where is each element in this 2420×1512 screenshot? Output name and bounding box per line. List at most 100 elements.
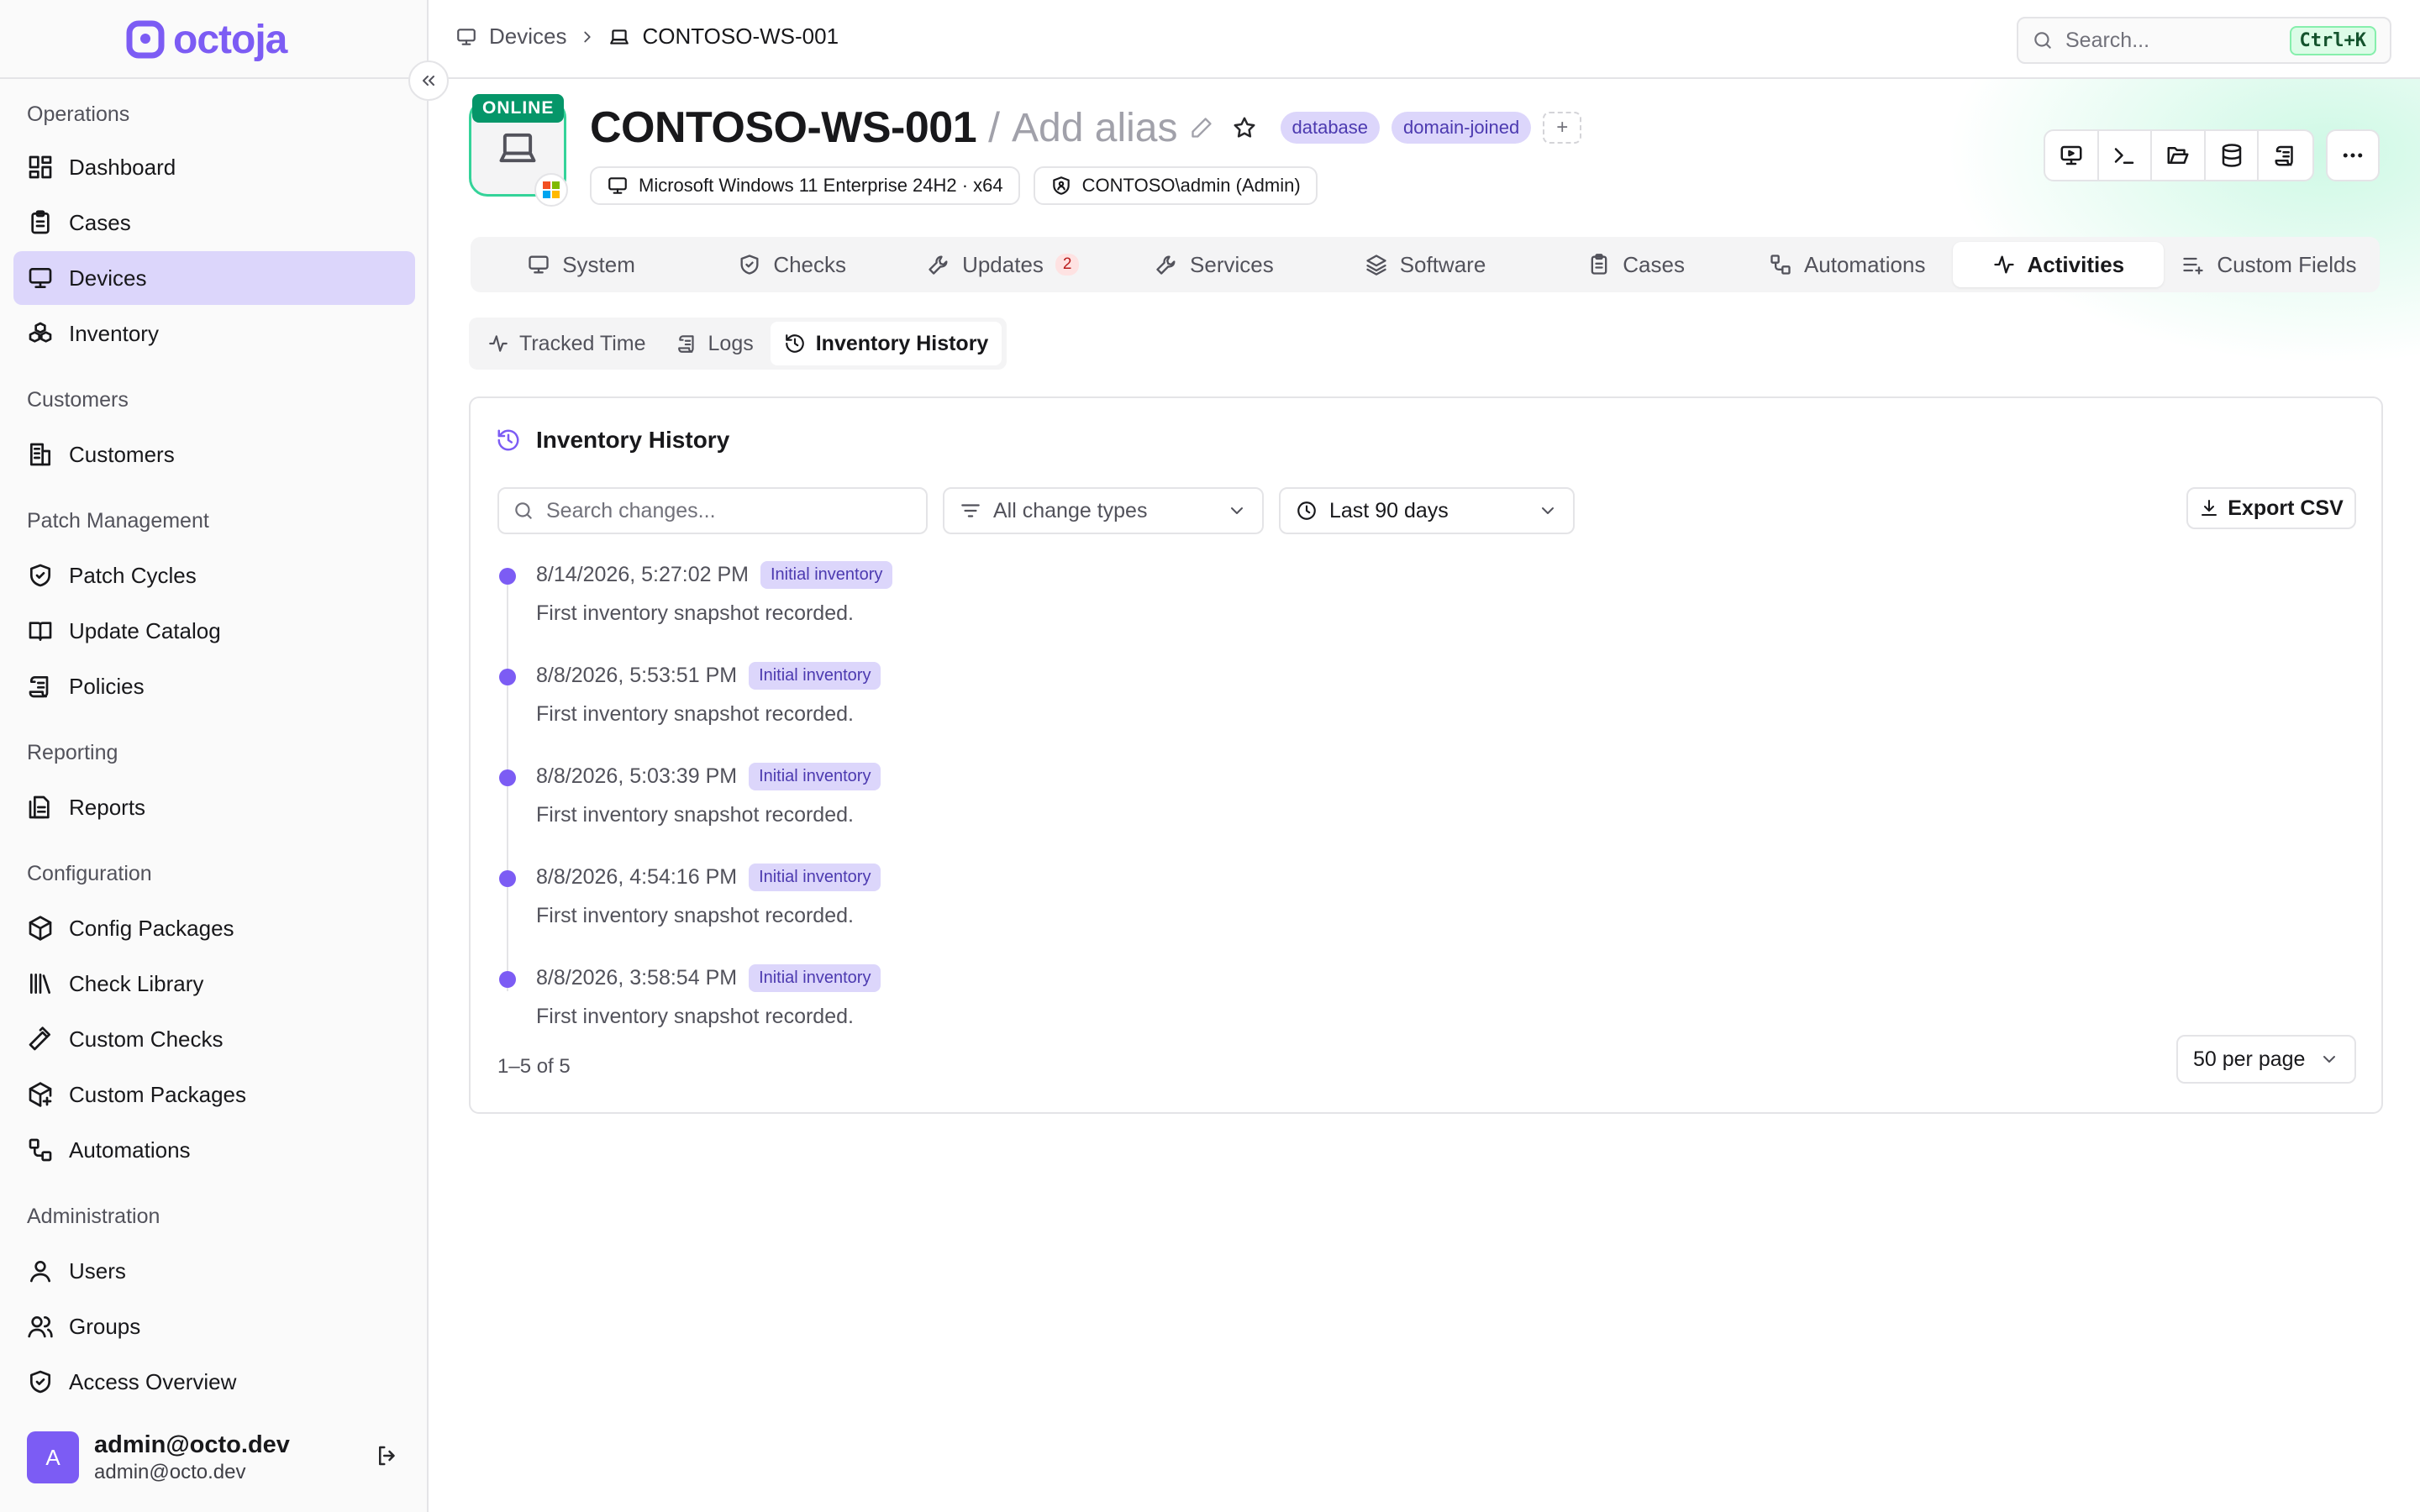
sidebar-item-cases[interactable]: Cases: [13, 196, 415, 249]
registry-button[interactable]: [2206, 131, 2260, 180]
entry-type-badge: Initial inventory: [749, 763, 881, 790]
subtab-label: Tracked Time: [519, 331, 646, 355]
sidebar-item-label: Patch Cycles: [69, 562, 197, 588]
updates-count-badge: 2: [1055, 254, 1080, 276]
tab-cases[interactable]: Cases: [1531, 242, 1742, 287]
alias-placeholder[interactable]: Add alias: [1012, 105, 1177, 151]
tab-label: Services: [1190, 251, 1274, 277]
logged-user-label: CONTOSO\admin (Admin): [1081, 175, 1301, 196]
monitor-icon: [457, 28, 476, 45]
terminal-button[interactable]: [2099, 131, 2153, 180]
search-changes-placeholder: Search changes...: [546, 498, 716, 522]
date-range-select[interactable]: Last 90 days: [1279, 487, 1575, 534]
sidebar-item-label: Inventory: [69, 320, 159, 346]
sidebar-item-label: Custom Checks: [69, 1026, 224, 1052]
per-page-select[interactable]: 50 per page: [2176, 1035, 2356, 1084]
activity-icon: [489, 335, 508, 352]
nav-section-administration: Administration: [27, 1205, 160, 1228]
clock-icon: [1297, 501, 1316, 520]
logout-icon[interactable]: [375, 1443, 400, 1468]
sidebar-item-users[interactable]: Users: [13, 1244, 415, 1298]
dashboard-icon: [29, 155, 52, 179]
decorative-glow: [1916, 79, 2420, 381]
export-csv-button[interactable]: Export CSV: [2186, 487, 2356, 529]
user-icon: [30, 1261, 50, 1283]
sidebar-item-update-catalog[interactable]: Update Catalog: [13, 604, 415, 658]
shield-user-icon: [1052, 176, 1070, 195]
nav-section-operations: Operations: [27, 102, 130, 126]
scroll-icon: [677, 335, 694, 353]
subtab-inventory-history[interactable]: Inventory History: [770, 322, 1002, 365]
global-search[interactable]: Search... Ctrl+K: [2017, 17, 2391, 64]
more-actions-button[interactable]: [2326, 129, 2380, 181]
sidebar-item-customers[interactable]: Customers: [13, 428, 415, 481]
sidebar-item-inventory[interactable]: Inventory: [13, 307, 415, 360]
tab-checks[interactable]: Checks: [687, 242, 897, 287]
main-content: ONLINE CONTOSO-WS-001 / Add alias databa…: [430, 79, 2420, 1512]
subtab-logs[interactable]: Logs: [663, 322, 767, 365]
screen-share-icon: [2060, 145, 2082, 165]
scroll-icon: [29, 676, 49, 698]
tab-label: Cases: [1623, 251, 1685, 277]
sidebar-item-dashboard[interactable]: Dashboard: [13, 140, 415, 194]
collapse-sidebar-button[interactable]: [408, 60, 449, 101]
sidebar-item-label: Policies: [69, 673, 145, 699]
tab-services[interactable]: Services: [1108, 242, 1319, 287]
breadcrumb-devices-link[interactable]: Devices: [489, 24, 566, 50]
tab-software[interactable]: Software: [1319, 242, 1530, 287]
add-tag-button[interactable]: +: [1543, 112, 1582, 144]
subtab-tracked-time[interactable]: Tracked Time: [474, 322, 660, 365]
sidebar-item-custom-checks[interactable]: Custom Checks: [13, 1012, 415, 1066]
tab-automations[interactable]: Automations: [1742, 242, 1953, 287]
sidebar-item-automations[interactable]: Automations: [13, 1123, 415, 1177]
tab-system[interactable]: System: [476, 242, 687, 287]
entry-description: First inventory snapshot recorded.: [536, 803, 854, 827]
sidebar-item-label: Update Catalog: [69, 617, 221, 643]
sidebar-item-label: Custom Packages: [69, 1081, 246, 1107]
tab-label: Automations: [1803, 251, 1926, 277]
octoja-logo-icon: [126, 20, 165, 59]
sidebar-item-patch-cycles[interactable]: Patch Cycles: [13, 549, 415, 602]
device-title-row: CONTOSO-WS-001 / Add alias database doma…: [590, 101, 1582, 155]
windows-icon: [543, 181, 560, 198]
timeline-dot: [499, 870, 516, 887]
tag-database[interactable]: database: [1280, 112, 1381, 144]
pencil-icon[interactable]: [1190, 116, 1213, 139]
tab-activities[interactable]: Activities: [1952, 242, 2164, 287]
chevron-right-icon: [584, 31, 592, 42]
terminal-icon: [2115, 148, 2134, 164]
search-placeholder: Search...: [2065, 28, 2150, 52]
file-browser-button[interactable]: [2152, 131, 2206, 180]
tab-updates[interactable]: Updates 2: [897, 242, 1108, 287]
script-button[interactable]: [2259, 131, 2312, 180]
tag-domain-joined[interactable]: domain-joined: [1392, 112, 1532, 144]
book-icon: [29, 622, 52, 641]
sidebar-item-devices[interactable]: Devices: [13, 251, 415, 305]
star-icon[interactable]: [1232, 115, 1257, 140]
sidebar-item-label: Customers: [69, 441, 175, 467]
search-changes-input[interactable]: Search changes...: [497, 487, 928, 534]
tab-custom-fields[interactable]: Custom Fields: [2164, 242, 2375, 287]
sidebar-item-reports[interactable]: Reports: [13, 780, 415, 834]
workflow-icon: [29, 1138, 52, 1162]
sidebar-item-check-library[interactable]: Check Library: [13, 957, 415, 1011]
sidebar-item-label: Devices: [69, 265, 147, 291]
sidebar-item-config-packages[interactable]: Config Packages: [13, 901, 415, 955]
clipboard-icon: [31, 210, 50, 234]
users-icon: [28, 1316, 53, 1338]
breadcrumb: Devices CONTOSO-WS-001: [455, 24, 839, 50]
remote-desktop-button[interactable]: [2045, 131, 2099, 180]
sidebar-item-groups[interactable]: Groups: [13, 1299, 415, 1353]
sidebar-item-custom-packages[interactable]: Custom Packages: [13, 1068, 415, 1121]
user-profile[interactable]: A admin@octo.dev admin@octo.dev: [27, 1430, 413, 1485]
sidebar-item-access-overview[interactable]: Access Overview: [13, 1355, 415, 1409]
sidebar-item-policies[interactable]: Policies: [13, 659, 415, 713]
inventory-history-card: Inventory History Search changes... All …: [469, 396, 2383, 1114]
change-type-select[interactable]: All change types: [943, 487, 1264, 534]
app-logo[interactable]: octoja: [126, 18, 287, 62]
card-title-text: Inventory History: [536, 427, 730, 453]
tab-label: Software: [1399, 251, 1486, 277]
download-icon: [2202, 500, 2217, 516]
device-meta-row: Microsoft Windows 11 Enterprise 24H2 · x…: [590, 166, 1318, 205]
title-separator: /: [988, 104, 1001, 151]
